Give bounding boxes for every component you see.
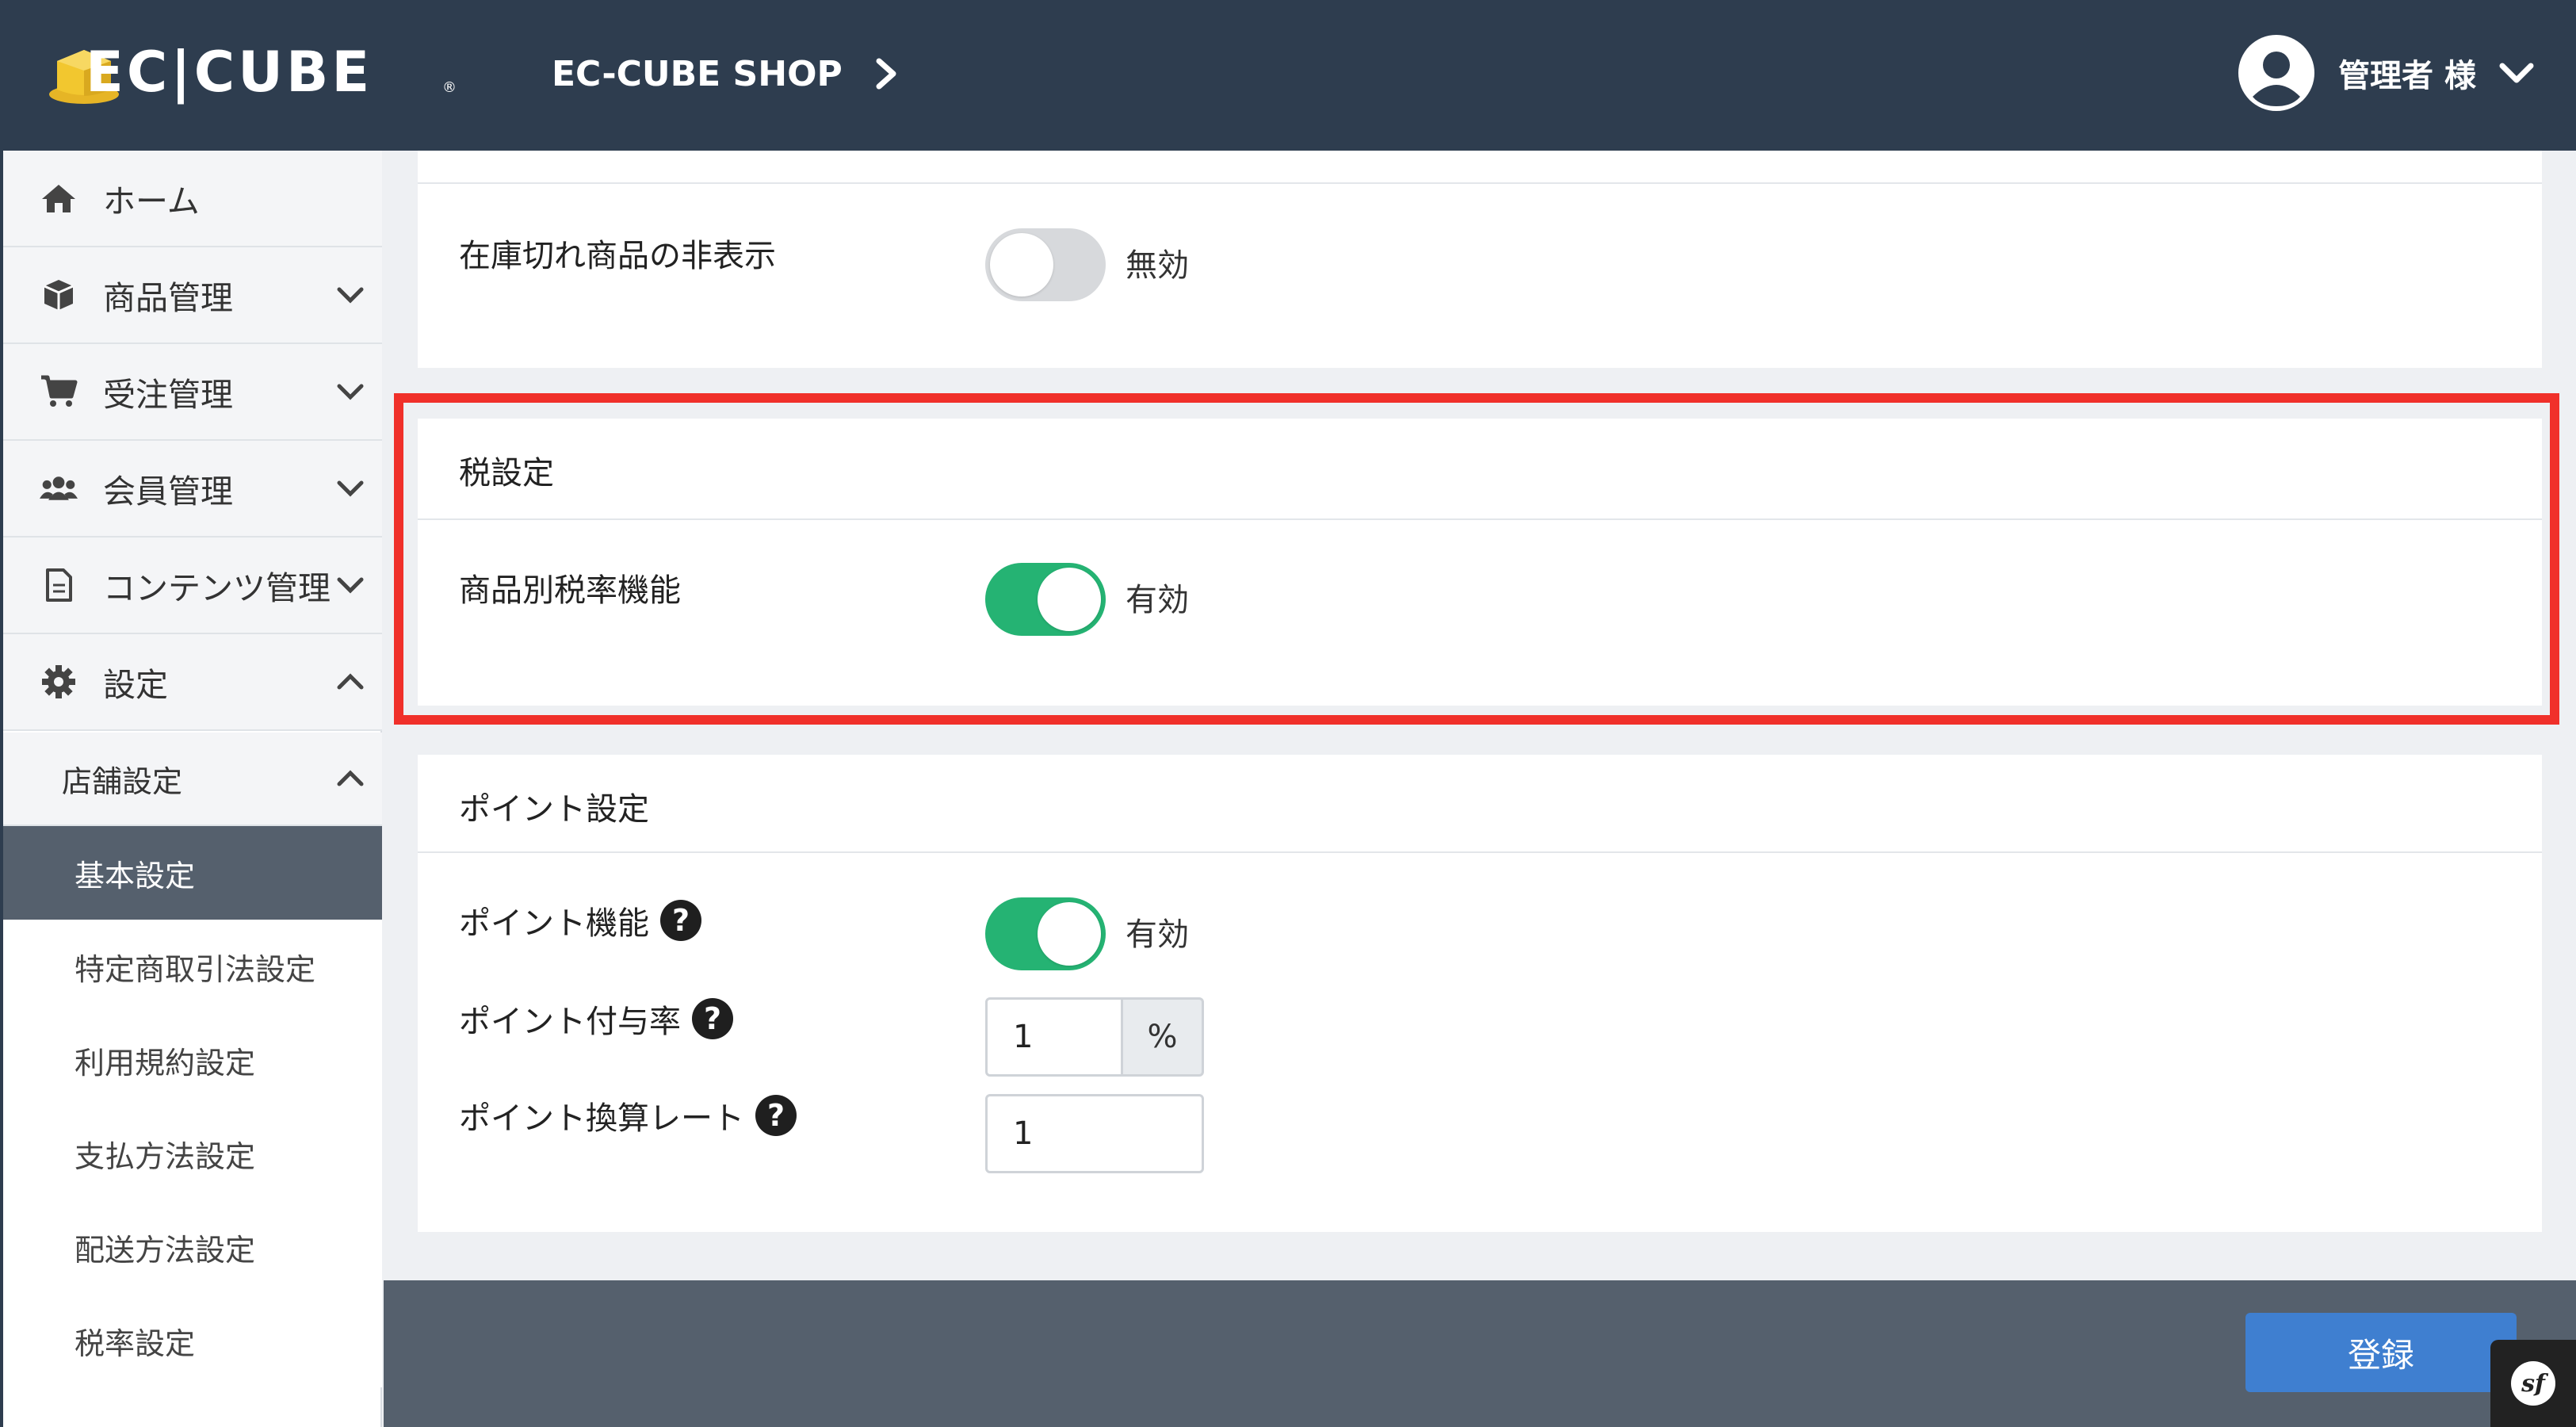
point-settings-title: ポイント設定 [459,791,649,828]
sidebar-leaf-label: 税率設定 [75,1326,196,1361]
highlight-annotation [394,393,2559,725]
sidebar-leaf-label: 特定商取引法設定 [75,951,316,987]
sidebar-subgroup-label: 店舗設定 [62,763,183,799]
point-rate-input[interactable]: 1 [985,997,1123,1077]
sidebar: ホーム 商品管理 受注管理 会員管理 コンテンツ管理 設定 店舗設定 基本設定 … [0,151,382,1427]
home-icon [40,179,78,217]
sidebar-item-products[interactable]: 商品管理 [3,247,382,344]
gear-icon [40,663,78,701]
sidebar-leaf-basic-settings[interactable]: 基本設定 [3,826,382,920]
sidebar-leaf-commercial-law[interactable]: 特定商取引法設定 [3,920,382,1013]
point-function-text: ポイント機能 [459,905,649,942]
sidebar-item-label: ホーム [103,182,200,220]
sidebar-item-label: 会員管理 [103,472,233,511]
sidebar-leaf-label: 利用規約設定 [75,1045,256,1081]
sidebar-leaf-terms[interactable]: 利用規約設定 [3,1013,382,1107]
hide-out-of-stock-status: 無効 [1126,247,1189,284]
sidebar-leaf-label: 配送方法設定 [75,1232,256,1268]
cart-icon [40,373,78,411]
chevron-down-icon [337,384,364,400]
symfony-badge-text: sf [2521,1370,2549,1398]
top-header: EC|CUBE ® EC-CUBE SHOP 管理者 様 [0,0,2576,151]
sidebar-item-label: 設定 [103,666,168,704]
chevron-down-icon [337,480,364,497]
chevron-down-icon [337,287,364,304]
toggle-knob [1038,902,1101,966]
user-name: 管理者 様 [2338,58,2476,94]
sidebar-item-orders[interactable]: 受注管理 [3,344,382,441]
point-rate-unit: % [1123,997,1204,1077]
symfony-icon: sf [2511,1361,2555,1406]
sidebar-leaf-delivery[interactable]: 配送方法設定 [3,1200,382,1294]
chevron-down-icon [2499,63,2534,83]
point-settings-card: ポイント設定 ポイント機能 ? 有効 ポイント付与率 ? 1 % ポイント換算レ… [418,755,2542,1232]
user-menu[interactable]: 管理者 様 [2237,32,2535,114]
sidebar-item-label: 受注管理 [103,376,233,414]
toggle-knob [990,233,1053,296]
sidebar-item-members[interactable]: 会員管理 [3,441,382,538]
sidebar-subgroup-store-settings[interactable]: 店舗設定 [3,733,382,826]
sidebar-item-contents[interactable]: コンテンツ管理 [3,538,382,634]
point-conversion-input[interactable]: 1 [985,1094,1204,1173]
users-icon [40,469,78,507]
divider [418,182,2542,184]
sidebar-item-label: コンテンツ管理 [103,569,331,607]
sidebar-leaf-payment[interactable]: 支払方法設定 [3,1107,382,1200]
shop-link[interactable]: EC-CUBE SHOP [552,46,898,101]
save-button[interactable]: 登録 [2245,1313,2517,1392]
help-icon[interactable]: ? [692,998,733,1039]
user-avatar-icon [2238,35,2315,111]
chevron-up-icon [337,673,364,690]
logo-registered-mark: ® [442,79,457,96]
shop-name: EC-CUBE SHOP [552,53,843,94]
logo-wordmark: EC|CUBE [86,40,373,105]
point-function-toggle[interactable] [985,897,1106,970]
hide-out-of-stock-toggle[interactable] [985,228,1106,301]
sidebar-leaf-label: 基本設定 [75,858,196,893]
stock-settings-card: 在庫切れ商品の非表示 無効 [418,151,2542,368]
sidebar-item-label: 商品管理 [103,279,233,317]
point-rate-label: ポイント付与率 ? [459,996,733,1042]
point-rate-input-group: 1 % [985,997,1204,1077]
point-conversion-label: ポイント換算レート ? [459,1092,797,1138]
sidebar-leaf-tax-rate[interactable]: 税率設定 [3,1294,382,1387]
chevron-right-icon [876,58,896,90]
sidebar-item-home[interactable]: ホーム [3,151,382,247]
symfony-toolbar-badge[interactable]: sf [2490,1340,2576,1427]
help-icon[interactable]: ? [755,1095,797,1136]
chevron-up-icon [337,770,364,786]
point-conversion-text: ポイント換算レート [459,1100,744,1137]
chevron-down-icon [337,577,364,594]
hide-out-of-stock-label: 在庫切れ商品の非表示 [459,238,776,274]
help-icon[interactable]: ? [660,900,701,941]
document-icon [40,566,78,604]
box-icon [40,276,78,314]
sidebar-leaf-label: 支払方法設定 [75,1138,256,1174]
point-function-status: 有効 [1126,916,1189,953]
point-rate-text: ポイント付与率 [459,1004,681,1040]
sidebar-item-settings[interactable]: 設定 [3,634,382,731]
divider [418,851,2542,853]
point-function-label: ポイント機能 ? [459,897,701,943]
